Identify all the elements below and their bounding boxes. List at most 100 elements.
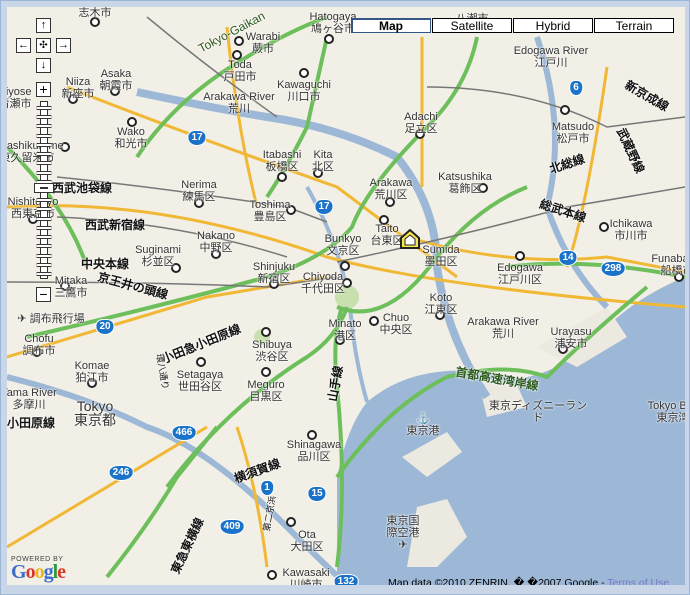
zoom-level-tick[interactable] — [36, 253, 52, 258]
place-label: Kiyose清瀬市 — [7, 86, 32, 110]
map-type-hybrid-button[interactable]: Hybrid — [513, 18, 593, 33]
place-dot — [340, 261, 350, 271]
place-dot — [196, 357, 206, 367]
route-shield: 132 — [333, 574, 359, 585]
zoom-level-tick[interactable] — [36, 262, 52, 267]
route-shield: 466 — [171, 425, 197, 441]
zoom-level-tick[interactable] — [36, 198, 52, 203]
zoom-level-tick[interactable] — [36, 207, 52, 212]
place-label: Shinjuku 新宿区 — [252, 261, 296, 285]
route-shield: 6 — [569, 80, 583, 96]
place-label: Chiyoda 千代田区 — [301, 271, 345, 295]
place-label: Nerima 練馬区 — [181, 179, 217, 203]
zoom-level-tick[interactable] — [36, 272, 52, 276]
place-label: Edogawa River 江戸川 — [513, 45, 589, 69]
place-label: Shinagawa 品川区 — [286, 439, 342, 463]
google-logo-letter: e — [57, 561, 66, 583]
pan-right-button[interactable]: → — [56, 38, 71, 53]
zoom-level-tick[interactable] — [36, 225, 52, 230]
google-logo-letter: o — [34, 561, 45, 583]
zoom-level-tick[interactable] — [36, 216, 52, 221]
zoom-level-tick[interactable] — [36, 161, 52, 166]
map-type-map-button[interactable]: Map — [351, 18, 431, 33]
zoom-level-tick[interactable] — [36, 142, 52, 147]
place-label: Nakano 中野区 — [197, 230, 235, 254]
place-label: Tokyo Bay東京湾 — [647, 400, 685, 424]
place-label: Mitaka 三鷹市 — [54, 275, 88, 299]
zoom-slider-thumb[interactable] — [34, 183, 54, 194]
zoom-level-tick[interactable] — [36, 235, 52, 240]
place-label: Arakawa River 荒川 — [203, 91, 275, 115]
expressway — [333, 306, 344, 568]
expressway — [105, 425, 219, 579]
map-type-satellite-button[interactable]: Satellite — [432, 18, 512, 33]
airport-label: 東京国際空港 ✈ — [386, 515, 420, 551]
home-marker-icon[interactable] — [399, 228, 421, 249]
place-dot — [324, 34, 334, 44]
google-logo-letter: G — [11, 561, 27, 583]
place-dot — [261, 367, 271, 377]
pan-center-button[interactable]: ✣ — [36, 38, 51, 53]
place-label: Katsushika 葛飾区 — [438, 171, 492, 195]
disneyland-label: 東京ディズニーランド — [488, 400, 588, 424]
place-label: Urayasu 浦安市 — [550, 326, 592, 350]
zoom-out-button[interactable]: − — [36, 287, 51, 302]
map-canvas[interactable]: 17 17 6 20 14 298 466 246 1 15 409 132 志… — [7, 7, 685, 585]
place-dot — [560, 105, 570, 115]
zoom-level-tick[interactable] — [36, 152, 52, 157]
anchor-icon: ⚓ — [416, 413, 430, 425]
place-label: Toda 戸田市 — [223, 59, 257, 83]
place-label: Kawaguchi 川口市 — [277, 79, 331, 103]
pan-up-button[interactable]: ↑ — [36, 18, 51, 33]
place-label: Komae 狛江市 — [74, 360, 110, 384]
rail-label: 西武新宿線 — [85, 218, 146, 232]
google-logo-letter: o — [25, 561, 36, 583]
rail-label: 西武池袋線 — [52, 181, 113, 195]
place-dot — [369, 316, 379, 326]
major-road — [7, 425, 208, 549]
map-frame: 17 17 6 20 14 298 466 246 1 15 409 132 志… — [0, 0, 690, 595]
map-tiles[interactable] — [7, 7, 685, 585]
place-label: Itabashi 板橋区 — [262, 149, 302, 173]
zoom-in-button[interactable]: + — [36, 82, 51, 97]
route-shield: 409 — [219, 519, 245, 535]
rail-label: 小田原線 — [7, 416, 56, 430]
map-type-terrain-button[interactable]: Terrain — [594, 18, 674, 33]
place-label: Suginami 杉並区 — [135, 244, 181, 268]
place-dot — [286, 517, 296, 527]
powered-by-google[interactable]: POWERED BY Google — [11, 556, 66, 583]
airfield-label: ✈ 調布飛行場 — [17, 313, 85, 325]
place-label: Shibuya 渋谷区 — [252, 339, 292, 363]
place-label: Ota 大田区 — [290, 529, 324, 553]
place-label: Edogawa 江戸川区 — [497, 262, 543, 286]
terms-of-use-link[interactable]: Terms of Use — [607, 577, 669, 585]
airplane-icon: ✈ — [398, 539, 408, 551]
place-label: Niiza 新座市 — [61, 76, 95, 100]
place-dot — [299, 68, 309, 78]
zoom-level-tick[interactable] — [36, 124, 52, 129]
route-shield: 246 — [108, 465, 134, 481]
place-label: Koto 江東区 — [424, 292, 458, 316]
place-dot — [261, 327, 271, 337]
google-logo: Google — [11, 561, 66, 583]
pan-left-button[interactable]: ← — [16, 38, 31, 53]
place-label: Tama River多摩川 — [7, 387, 57, 411]
zoom-level-tick[interactable] — [36, 106, 52, 110]
harbor-label: ⚓ 東京港 — [406, 413, 440, 437]
place-dot — [515, 251, 525, 261]
place-label: Toshima 豊島区 — [249, 199, 291, 223]
route-shield: 298 — [600, 261, 626, 277]
place-dot — [599, 222, 609, 232]
place-label: 志木市 — [78, 7, 112, 19]
place-label: Wako 和光市 — [114, 126, 148, 150]
route-shield: 17 — [187, 130, 207, 146]
zoom-level-tick[interactable] — [36, 170, 52, 175]
place-label: Tokyo 東京都 — [74, 398, 116, 428]
zoom-slider-track[interactable] — [34, 101, 54, 279]
pan-down-button[interactable]: ↓ — [36, 58, 51, 73]
place-label: Adachi 足立区 — [404, 111, 438, 135]
zoom-level-tick[interactable] — [36, 244, 52, 249]
map-type-control: Map Satellite Hybrid Terrain — [351, 18, 675, 33]
zoom-level-tick[interactable] — [36, 115, 52, 120]
zoom-level-tick[interactable] — [36, 133, 52, 138]
